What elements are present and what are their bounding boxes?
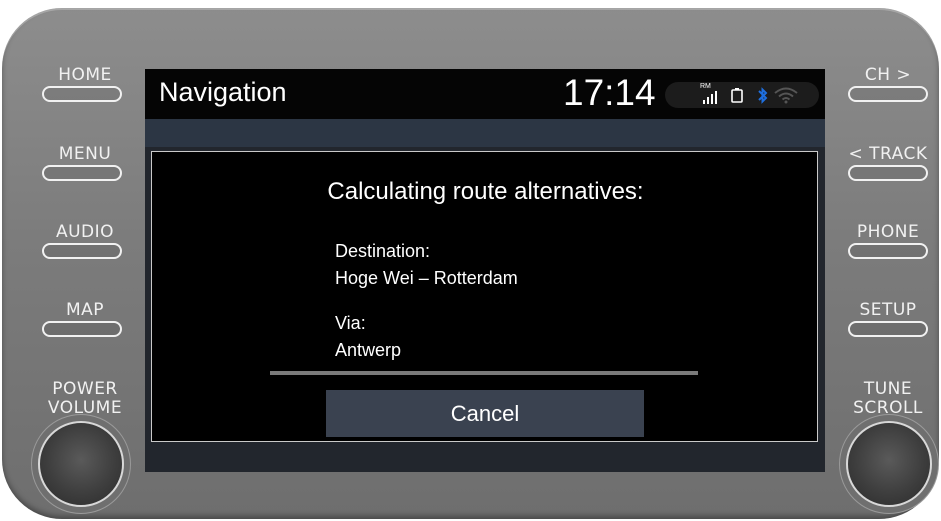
destination-label: Destination: xyxy=(335,241,431,261)
header-stripe xyxy=(145,119,825,147)
progress-divider xyxy=(270,371,698,375)
phone-battery-icon xyxy=(731,88,743,107)
route-calculation-dialog: Calculating route alternatives: Destinat… xyxy=(151,151,818,442)
power-volume-knob[interactable] xyxy=(38,421,124,507)
audio-button[interactable] xyxy=(42,243,122,259)
map-button-label: MAP xyxy=(65,300,105,320)
cancel-button[interactable]: Cancel xyxy=(326,390,644,437)
tune-label: TUNE xyxy=(863,379,913,399)
signal-icon: RM xyxy=(699,83,723,106)
destination-value: Hoge Wei – Rotterdam xyxy=(335,268,518,288)
setup-button-label: SETUP xyxy=(859,300,917,320)
tune-scroll-knob[interactable] xyxy=(846,421,932,507)
scroll-label: SCROLL xyxy=(853,398,923,418)
via-value: Antwerp xyxy=(335,340,402,360)
bluetooth-icon xyxy=(757,87,768,108)
setup-button[interactable] xyxy=(848,321,928,337)
tune-scroll-label: TUNE SCROLL xyxy=(836,380,940,418)
status-icons: RM xyxy=(665,82,819,108)
home-button[interactable] xyxy=(42,86,122,102)
phone-button-label: PHONE xyxy=(856,222,920,242)
display-screen: Navigation 17:14 RM Calculating route al… xyxy=(145,69,825,472)
home-button-label: HOME xyxy=(58,65,112,85)
menu-button[interactable] xyxy=(42,165,122,181)
map-button[interactable] xyxy=(42,321,122,337)
status-bar: Navigation 17:14 RM xyxy=(145,69,825,119)
dialog-heading: Calculating route alternatives: xyxy=(327,178,644,205)
wifi-icon xyxy=(773,86,799,108)
menu-button-label: MENU xyxy=(58,144,112,164)
via-label: Via: xyxy=(335,313,366,333)
audio-button-label: AUDIO xyxy=(55,222,115,242)
phone-button[interactable] xyxy=(848,243,928,259)
power-label: POWER xyxy=(52,379,118,399)
power-volume-label: POWER VOLUME xyxy=(30,380,140,418)
track-prev-button[interactable] xyxy=(848,165,928,181)
channel-next-button[interactable] xyxy=(848,86,928,102)
screen-title: Navigation xyxy=(159,77,287,107)
volume-label: VOLUME xyxy=(47,398,123,418)
track-button-label: < TRACK xyxy=(848,144,928,164)
ch-button-label: CH > xyxy=(864,65,912,85)
clock: 17:14 xyxy=(563,72,656,113)
